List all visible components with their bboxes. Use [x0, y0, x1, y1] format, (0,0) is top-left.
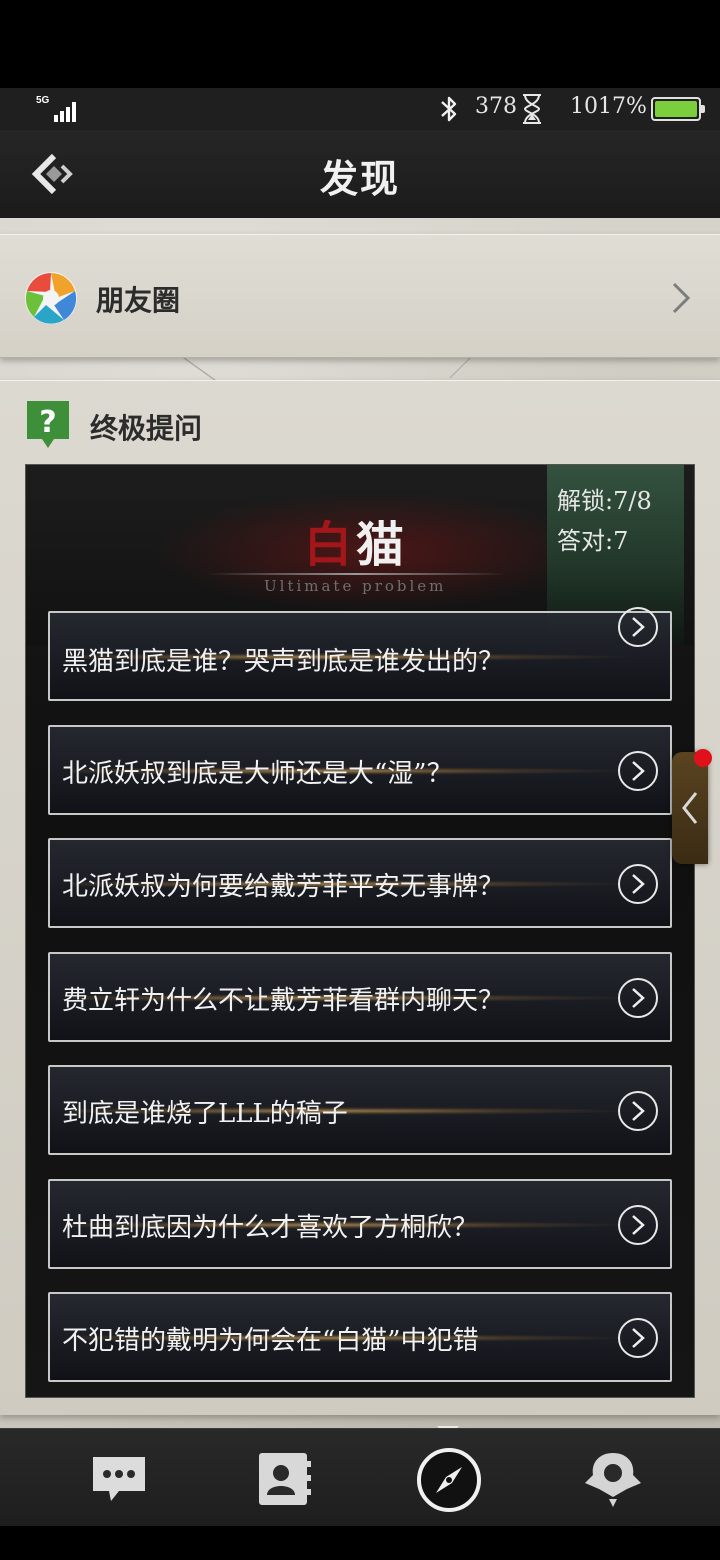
nav-bar: 发现: [0, 130, 720, 218]
moments-row[interactable]: 朋友圈: [0, 234, 720, 358]
moments-label: 朋友圈: [96, 284, 181, 317]
discover-compass-icon[interactable]: [416, 1447, 482, 1513]
question-text: 黑猫到底是谁？哭声到底是谁发出的？: [62, 647, 505, 677]
question-text: 不犯错的戴明为何会在“白猫”中犯错: [62, 1326, 479, 1356]
question-text: 北派妖叔为何要给戴芳菲平安无事牌？: [62, 872, 505, 902]
banner-subtitle: Ultimate problem: [264, 577, 447, 595]
question-row[interactable]: 费立轩为什么不让戴芳菲看群内聊天？: [48, 952, 672, 1042]
question-mark-icon: ?: [27, 401, 69, 448]
chevron-left-icon: [682, 792, 698, 824]
moments-aperture-icon: [25, 272, 77, 324]
chevron-right-icon: [672, 282, 691, 314]
bluetooth-icon: [441, 96, 457, 122]
chevron-right-icon[interactable]: [618, 1091, 658, 1131]
unlocked-stat: 解锁:7/8: [557, 487, 652, 515]
contacts-tab-icon[interactable]: [253, 1449, 313, 1509]
chevron-right-icon[interactable]: [618, 1318, 658, 1358]
bottom-black-area: [0, 1526, 720, 1560]
top-black-area: [0, 0, 720, 88]
chevron-right-icon[interactable]: [618, 607, 658, 647]
notification-badge: [694, 749, 712, 767]
status-bar: 5G 378 1017%: [0, 88, 720, 130]
ultimate-question-label: 终极提问: [90, 412, 203, 445]
white-cat-question-card: 白猫 Ultimate problem 解锁:7/8 答对:7 黑猫到底是谁？哭…: [26, 465, 694, 1397]
chevron-right-icon[interactable]: [618, 864, 658, 904]
question-text: 到底是谁烧了LLL的稿子: [62, 1099, 348, 1129]
network-type: 5G: [36, 95, 50, 106]
correct-stat: 答对:7: [557, 527, 629, 555]
question-row[interactable]: 北派妖叔为何要给戴芳菲平安无事牌？: [48, 838, 672, 928]
banner-title: 白猫: [304, 505, 408, 575]
question-row[interactable]: 到底是谁烧了LLL的稿子: [48, 1065, 672, 1155]
side-drawer-handle[interactable]: [672, 752, 708, 864]
chat-tab-icon[interactable]: [89, 1449, 149, 1509]
question-text: 北派妖叔到底是大师还是大“湿”？: [62, 759, 453, 789]
chevron-right-icon[interactable]: [618, 978, 658, 1018]
page-title: 发现: [319, 156, 400, 201]
banner-title-red: 白: [304, 517, 357, 573]
tab-bar: [0, 1428, 720, 1526]
question-row[interactable]: 杜曲到底因为什么才喜欢了方桐欣？: [48, 1179, 672, 1269]
banner-title-white: 猫: [356, 517, 409, 573]
question-text: 杜曲到底因为什么才喜欢了方桐欣？: [62, 1213, 479, 1243]
battery-percent: 1017%: [570, 94, 647, 119]
signal-icon: 5G: [36, 95, 78, 122]
question-row[interactable]: 黑猫到底是谁？哭声到底是谁发出的？: [48, 607, 672, 701]
chevron-right-icon[interactable]: [618, 1205, 658, 1245]
battery-icon: [651, 97, 705, 121]
hourglass-icon: [523, 94, 541, 124]
step-count: 378: [475, 94, 517, 119]
question-row[interactable]: 北派妖叔到底是大师还是大“湿”？: [48, 725, 672, 815]
question-row[interactable]: 不犯错的戴明为何会在“白猫”中犯错: [48, 1292, 672, 1382]
me-tab-icon[interactable]: [583, 1449, 643, 1509]
question-text: 费立轩为什么不让戴芳菲看群内聊天？: [62, 986, 505, 1016]
svg-text:?: ?: [39, 405, 56, 440]
chevron-right-icon[interactable]: [618, 751, 658, 791]
